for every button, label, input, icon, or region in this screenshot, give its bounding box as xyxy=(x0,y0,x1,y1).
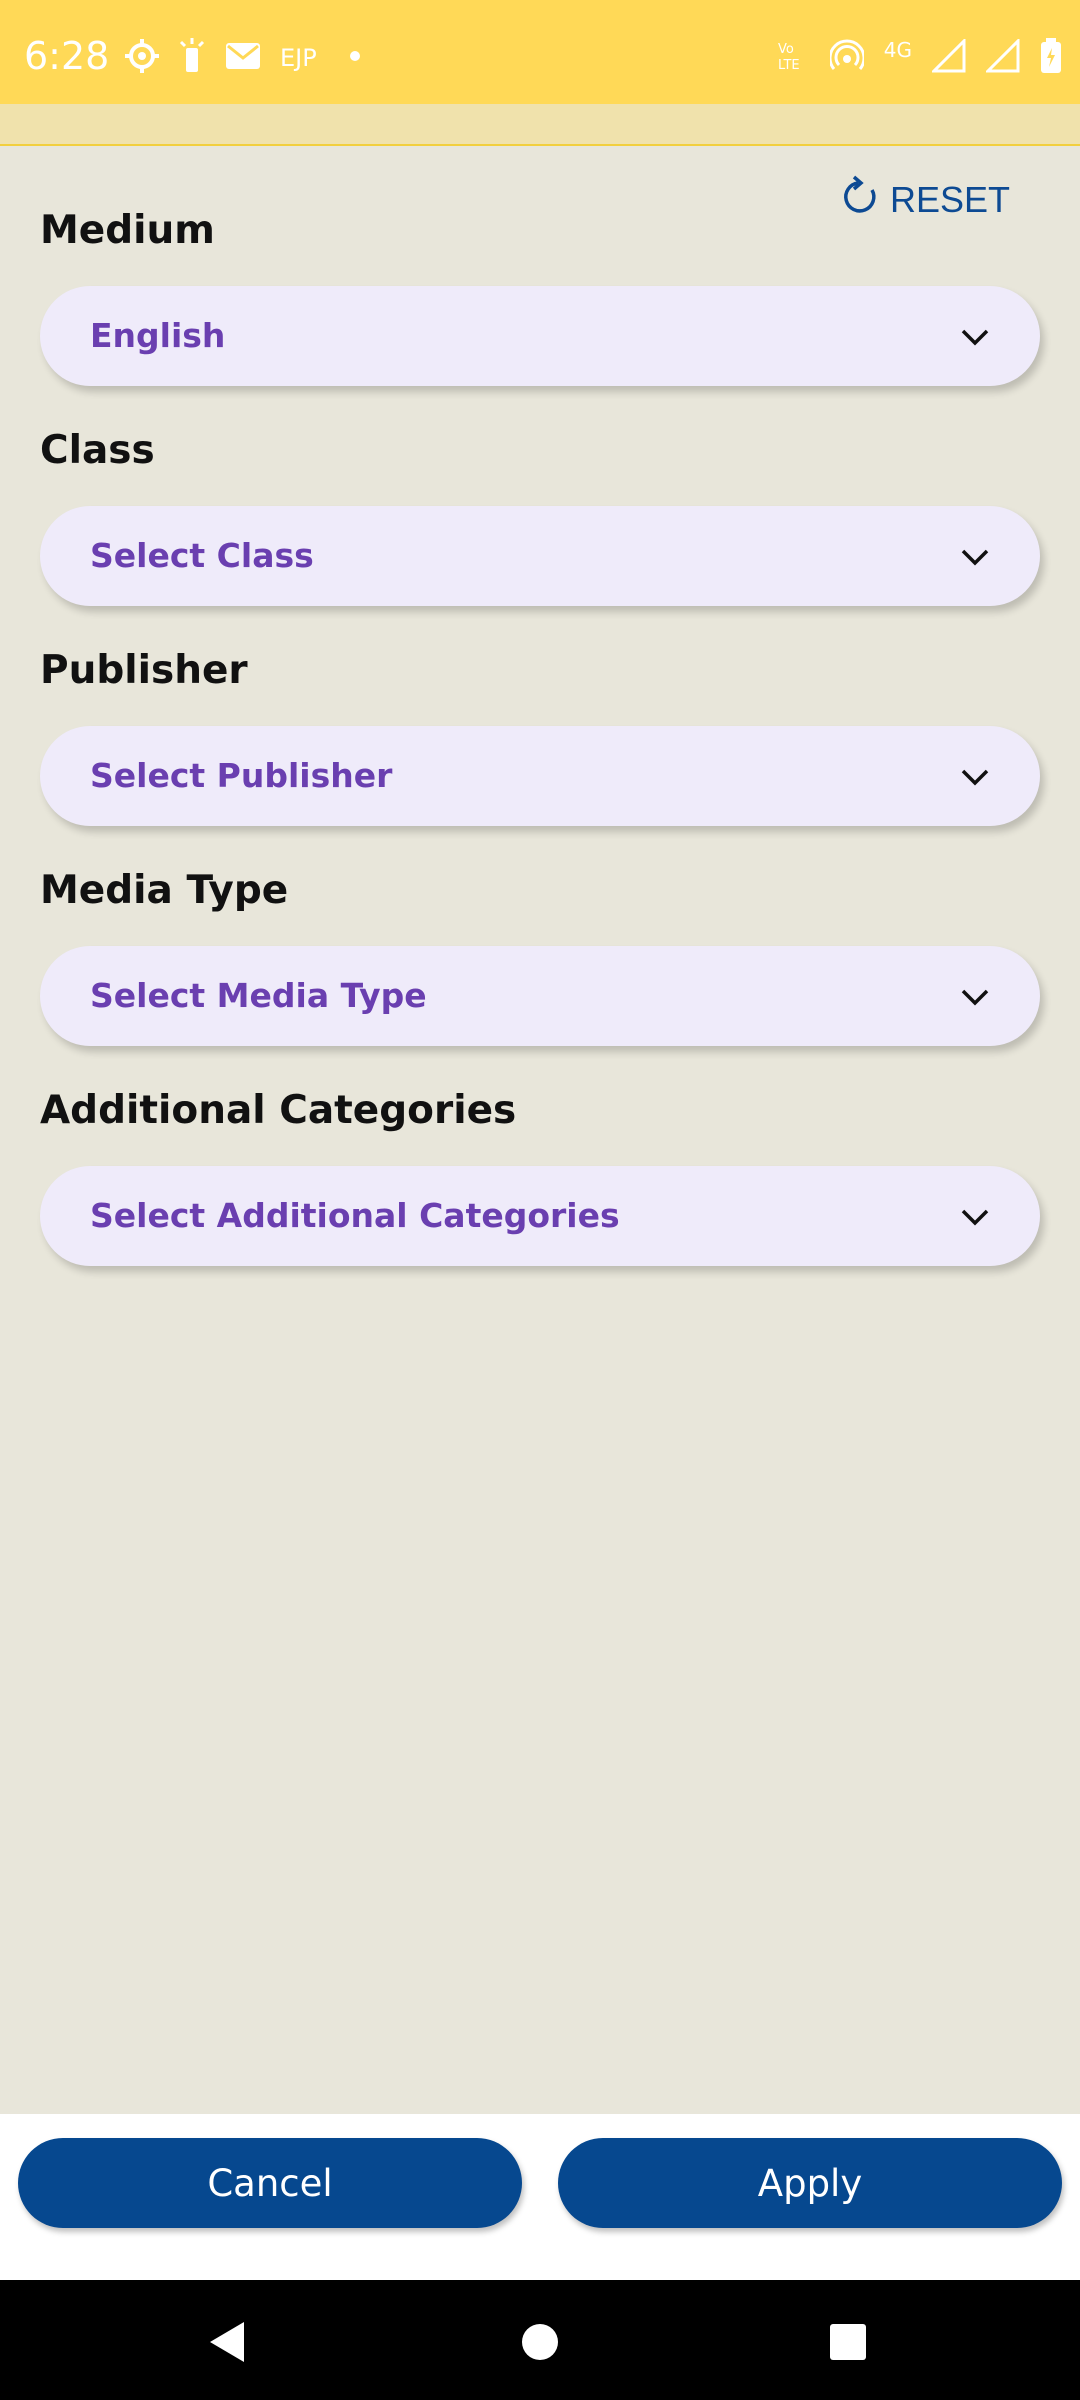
reset-label: RESET xyxy=(890,179,1011,220)
status-time: 6:28 xyxy=(24,34,110,78)
cancel-button[interactable]: Cancel xyxy=(18,2138,522,2228)
publisher-dropdown[interactable]: Select Publisher xyxy=(40,726,1040,826)
refresh-icon xyxy=(842,174,882,227)
mail-icon xyxy=(224,41,262,75)
publisher-label: Publisher xyxy=(40,648,248,693)
back-icon[interactable] xyxy=(206,2320,246,2368)
apply-label: Apply xyxy=(757,2161,863,2205)
network-label: 4G xyxy=(883,38,912,62)
recents-icon[interactable] xyxy=(828,2320,868,2368)
svg-text:Vo: Vo xyxy=(778,42,794,57)
chevron-down-icon xyxy=(961,989,989,1006)
chevron-down-icon xyxy=(961,1209,989,1226)
additional-categories-placeholder: Select Additional Categories xyxy=(90,1196,620,1235)
medium-value: English xyxy=(90,316,226,355)
signal-icon xyxy=(930,37,966,77)
dot-icon xyxy=(335,46,365,70)
media-type-placeholder: Select Media Type xyxy=(90,976,427,1015)
class-label: Class xyxy=(40,428,155,473)
media-type-label: Media Type xyxy=(40,868,289,913)
media-type-dropdown[interactable]: Select Media Type xyxy=(40,946,1040,1046)
header-divider xyxy=(0,144,1080,146)
status-bar: 6:28 EJP Vo LTE 4G xyxy=(0,0,1080,104)
class-placeholder: Select Class xyxy=(90,536,314,575)
reset-button[interactable]: RESET xyxy=(842,172,1010,228)
header-strip xyxy=(0,104,1080,144)
signal-icon xyxy=(984,37,1020,77)
medium-dropdown[interactable]: English xyxy=(40,286,1040,386)
publisher-placeholder: Select Publisher xyxy=(90,756,393,795)
class-dropdown[interactable]: Select Class xyxy=(40,506,1040,606)
chevron-down-icon xyxy=(961,329,989,346)
additional-categories-label: Additional Categories xyxy=(40,1088,517,1133)
svg-text:LTE: LTE xyxy=(778,58,800,73)
navigation-bar xyxy=(0,2280,1080,2400)
chevron-down-icon xyxy=(961,549,989,566)
volte-icon: Vo LTE xyxy=(776,39,810,77)
battery-icon xyxy=(1040,38,1062,78)
home-icon[interactable] xyxy=(520,2320,560,2368)
flashlight-icon xyxy=(178,38,206,78)
cancel-label: Cancel xyxy=(207,2161,333,2205)
settings-icon xyxy=(124,38,160,78)
additional-categories-dropdown[interactable]: Select Additional Categories xyxy=(40,1166,1040,1266)
carrier-text: EJP xyxy=(280,44,317,72)
chevron-down-icon xyxy=(961,769,989,786)
apply-button[interactable]: Apply xyxy=(558,2138,1062,2228)
medium-label: Medium xyxy=(40,208,215,253)
hotspot-icon xyxy=(828,39,866,77)
